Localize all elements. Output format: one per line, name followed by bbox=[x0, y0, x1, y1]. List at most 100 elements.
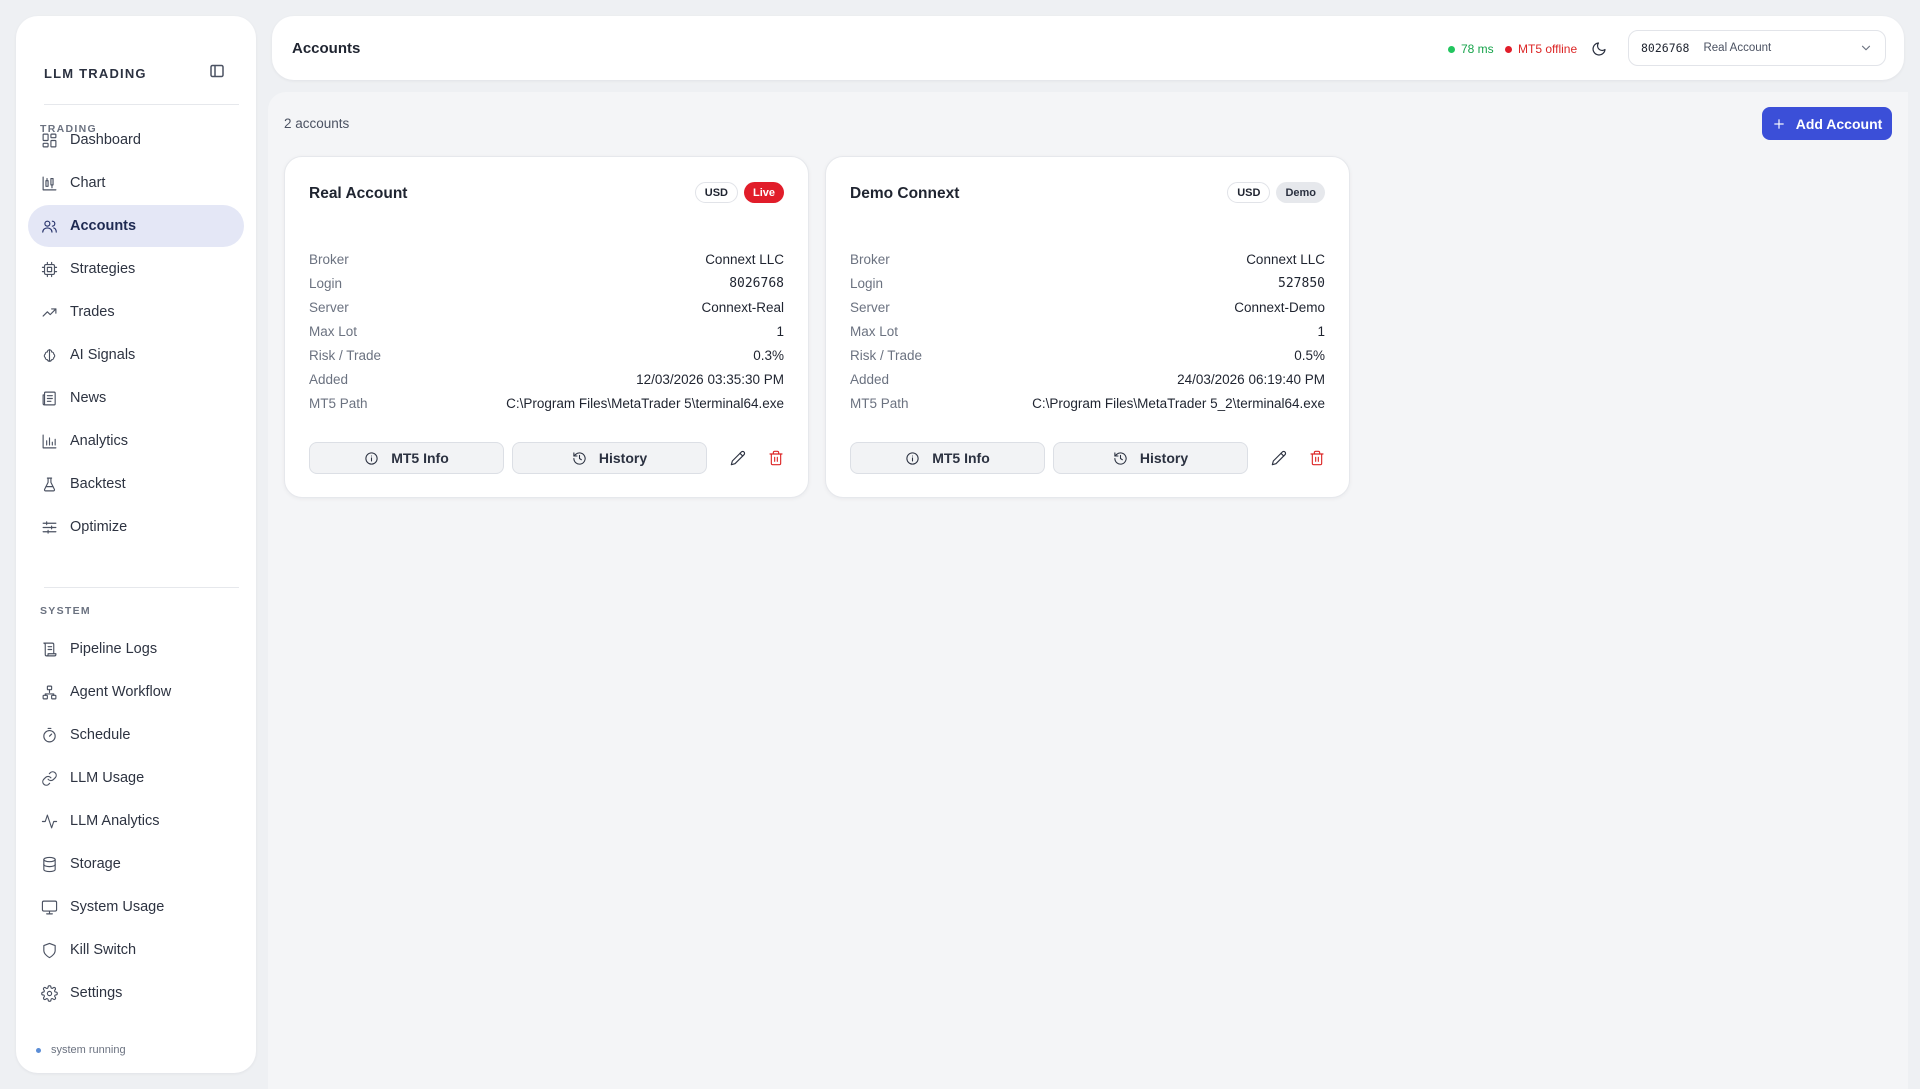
sidebar-item-trades[interactable]: Trades bbox=[28, 291, 244, 333]
account-selector[interactable]: 8026768 Real Account bbox=[1628, 30, 1886, 66]
detail-value: 1 bbox=[776, 323, 784, 339]
detail-row-server: Server Connext-Real bbox=[309, 295, 784, 319]
detail-value: Connext LLC bbox=[705, 251, 784, 267]
info-icon bbox=[906, 451, 919, 465]
page-title: Accounts bbox=[292, 40, 361, 57]
account-details: Broker Connext LLC Login 8026768 Server Con… bbox=[309, 247, 784, 415]
detail-label: Broker bbox=[309, 251, 349, 267]
sidebar-item-strategies[interactable]: Strategies bbox=[28, 248, 244, 290]
sidebar-item-schedule[interactable]: Schedule bbox=[28, 714, 244, 756]
detail-row-mt5-path: MT5 Path C:\Program Files\MetaTrader 5_2\… bbox=[850, 391, 1325, 415]
sidebar-item-kill-switch[interactable]: Kill Switch bbox=[28, 929, 244, 971]
detail-value: 24/03/2026 06:19:40 PM bbox=[1177, 371, 1325, 387]
sidebar-item-news[interactable]: News bbox=[28, 377, 244, 419]
detail-value: Connext-Real bbox=[701, 299, 784, 315]
detail-row-broker: Broker Connext LLC bbox=[309, 247, 784, 271]
latency-text: 78 ms bbox=[1461, 42, 1494, 56]
history-icon bbox=[573, 451, 586, 465]
history-button[interactable]: History bbox=[1053, 442, 1248, 474]
currency-badge: USD bbox=[694, 182, 738, 203]
newspaper-icon bbox=[40, 389, 58, 407]
brand-title: LLM TRADING bbox=[44, 66, 147, 81]
pencil-icon[interactable] bbox=[1264, 443, 1294, 473]
sidebar-item-backtest[interactable]: Backtest bbox=[28, 463, 244, 505]
detail-label: Broker bbox=[850, 251, 890, 267]
sidebar-item-llm-usage[interactable]: LLM Usage bbox=[28, 757, 244, 799]
sidebar-item-system-usage[interactable]: System Usage bbox=[28, 886, 244, 928]
sidebar-item-dashboard[interactable]: Dashboard bbox=[28, 119, 244, 161]
sidebar-item-label: Dashboard bbox=[70, 132, 141, 148]
sidebar-item-analytics[interactable]: Analytics bbox=[28, 420, 244, 462]
detail-label: Added bbox=[309, 371, 349, 387]
cpu-icon bbox=[40, 260, 58, 278]
detail-value: 0.5% bbox=[1294, 347, 1325, 363]
chevron-down-icon bbox=[1859, 41, 1873, 58]
sidebar-item-label: AI Signals bbox=[70, 347, 136, 363]
account-card: Demo Connext USD Demo Broker Connext LLC … bbox=[825, 156, 1350, 498]
database-icon bbox=[40, 855, 58, 873]
trash-icon[interactable] bbox=[761, 443, 791, 473]
sidebar-item-label: Agent Workflow bbox=[70, 684, 172, 700]
history-icon bbox=[1114, 451, 1127, 465]
chart-icon bbox=[40, 174, 58, 192]
detail-label: Server bbox=[850, 299, 890, 315]
detail-row-server: Server Connext-Demo bbox=[850, 295, 1325, 319]
moon-icon[interactable] bbox=[1588, 38, 1610, 60]
scroll-icon bbox=[40, 640, 58, 658]
detail-label: Added bbox=[850, 371, 890, 387]
sidebar-item-label: Kill Switch bbox=[70, 942, 137, 958]
sidebar-item-label: Storage bbox=[70, 856, 121, 872]
mt5-info-button[interactable]: MT5 Info bbox=[850, 442, 1045, 474]
shield-icon bbox=[40, 941, 58, 959]
sidebar-item-label: Pipeline Logs bbox=[70, 641, 158, 657]
plus-icon bbox=[1774, 118, 1784, 129]
sidebar-item-settings[interactable]: Settings bbox=[28, 972, 244, 1014]
trash-icon[interactable] bbox=[1302, 443, 1332, 473]
pencil-icon[interactable] bbox=[723, 443, 753, 473]
sidebar-item-agent-workflow[interactable]: Agent Workflow bbox=[28, 671, 244, 713]
detail-row-risk: Risk / Trade 0.5% bbox=[850, 343, 1325, 367]
workflow-icon bbox=[40, 683, 58, 701]
mt5-status-dot bbox=[1505, 45, 1512, 53]
sidebar-item-ai-signals[interactable]: AI Signals bbox=[28, 334, 244, 376]
mt5-status-indicator: MT5 offline bbox=[1505, 42, 1577, 56]
detail-label: Max Lot bbox=[309, 323, 358, 339]
sidebar-item-optimize[interactable]: Optimize bbox=[28, 506, 244, 548]
sidebar-item-label: Analytics bbox=[70, 433, 129, 449]
detail-value: Connext-Demo bbox=[1234, 299, 1325, 315]
activity-icon bbox=[40, 812, 58, 830]
detail-label: Risk / Trade bbox=[850, 347, 923, 363]
sidebar-item-accounts[interactable]: Accounts bbox=[28, 205, 244, 247]
account-badges: USD Live bbox=[694, 182, 784, 203]
sidebar-item-storage[interactable]: Storage bbox=[28, 843, 244, 885]
gear-icon bbox=[40, 984, 58, 1002]
account-details: Broker Connext LLC Login 527850 Server Conn… bbox=[850, 247, 1325, 415]
history-button[interactable]: History bbox=[512, 442, 707, 474]
mt5-info-button[interactable]: MT5 Info bbox=[309, 442, 504, 474]
detail-row-login: Login 527850 bbox=[850, 271, 1325, 295]
currency-badge: USD bbox=[1227, 182, 1271, 203]
brain-icon bbox=[40, 346, 58, 364]
add-account-label: Add Account bbox=[1795, 115, 1883, 132]
detail-value: 0.3% bbox=[753, 347, 784, 363]
sidebar-item-chart[interactable]: Chart bbox=[28, 162, 244, 204]
detail-row-broker: Broker Connext LLC bbox=[850, 247, 1325, 271]
monitor-icon bbox=[40, 898, 58, 916]
detail-label: Max Lot bbox=[850, 323, 899, 339]
account-name: Real Account bbox=[309, 185, 408, 202]
sidebar-item-llm-analytics[interactable]: LLM Analytics bbox=[28, 800, 244, 842]
sidebar-item-label: Strategies bbox=[70, 261, 136, 277]
sidebar-item-label: LLM Analytics bbox=[70, 813, 160, 829]
users-icon bbox=[40, 217, 58, 235]
sidebar-toggle-icon[interactable] bbox=[205, 59, 229, 83]
account-name: Demo Connext bbox=[850, 185, 960, 202]
detail-label: MT5 Path bbox=[850, 395, 909, 411]
sidebar-item-label: LLM Usage bbox=[70, 770, 145, 786]
add-account-button[interactable]: Add Account bbox=[1762, 107, 1892, 140]
detail-value: 1 bbox=[1317, 323, 1325, 339]
sidebar-divider bbox=[44, 587, 239, 588]
sidebar: LLM TRADING TRADING Dashboard Chart Acco… bbox=[16, 16, 256, 1073]
sidebar-item-pipeline-logs[interactable]: Pipeline Logs bbox=[28, 628, 244, 670]
latency-dot bbox=[1448, 45, 1455, 53]
sidebar-item-label: Trades bbox=[70, 304, 115, 320]
